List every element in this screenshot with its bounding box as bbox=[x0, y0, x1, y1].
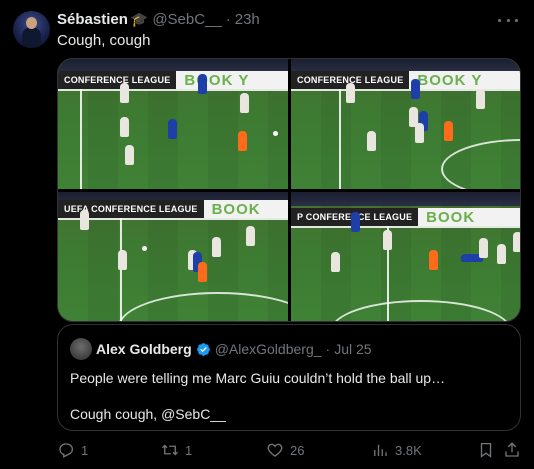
share-icon bbox=[505, 442, 519, 457]
quoted-tweet-header: Alex Goldberg @AlexGoldberg_ · Jul 25 bbox=[96, 341, 372, 357]
reply-button[interactable]: 1 bbox=[57, 441, 88, 459]
quoted-date[interactable]: Jul 25 bbox=[334, 341, 371, 357]
media-image-1[interactable]: CONFERENCE LEAGUE BOOK Y bbox=[58, 59, 288, 189]
views-chart-icon bbox=[374, 444, 387, 456]
verified-badge-icon bbox=[196, 342, 210, 356]
quoted-author-name[interactable]: Alex Goldberg bbox=[96, 341, 192, 357]
tweet-text: Cough, cough bbox=[57, 32, 151, 49]
board-text-right: BOOK Y bbox=[417, 71, 483, 89]
repost-icon bbox=[162, 444, 178, 456]
board-text-right: BOOK bbox=[211, 200, 261, 218]
share-button[interactable] bbox=[503, 441, 521, 459]
quoted-tweet-text: People were telling me Marc Guiu couldn’… bbox=[70, 370, 446, 422]
reply-icon bbox=[59, 443, 74, 458]
quoted-tweet[interactable]: Alex Goldberg @AlexGoldberg_ · Jul 25 Pe… bbox=[57, 324, 521, 431]
media-image-2[interactable]: CONFERENCE LEAGUE BOOK Y bbox=[291, 59, 520, 189]
board-text-right: BOOK Y bbox=[184, 71, 250, 89]
media-image-4[interactable]: P CONFERENCE LEAGUE BOOK bbox=[291, 192, 520, 321]
quoted-author-avatar[interactable] bbox=[70, 338, 92, 360]
bookmark-icon bbox=[480, 442, 492, 458]
heart-icon bbox=[267, 443, 283, 457]
media-grid: CONFERENCE LEAGUE BOOK Y CONFERENCE LEAG… bbox=[57, 58, 521, 322]
action-bar: 1 1 26 3.8K bbox=[57, 441, 521, 461]
reply-count: 1 bbox=[81, 442, 89, 458]
like-count: 26 bbox=[290, 442, 305, 458]
author-avatar[interactable] bbox=[13, 11, 50, 48]
quoted-author-handle[interactable]: @AlexGoldberg_ bbox=[215, 341, 322, 357]
separator: · bbox=[225, 11, 231, 28]
graduation-cap-icon: 🎓 bbox=[130, 11, 149, 27]
more-options-icon[interactable] bbox=[498, 12, 518, 28]
board-text-left: CONFERENCE LEAGUE bbox=[58, 71, 177, 89]
author-name[interactable]: Sébastien bbox=[57, 11, 128, 28]
board-text-right: BOOK bbox=[426, 208, 476, 226]
separator: · bbox=[325, 341, 331, 357]
repost-button[interactable]: 1 bbox=[161, 441, 192, 459]
timestamp[interactable]: 23h bbox=[235, 11, 260, 28]
repost-count: 1 bbox=[185, 442, 193, 458]
like-button[interactable]: 26 bbox=[266, 441, 304, 459]
views-count: 3.8K bbox=[395, 442, 422, 458]
tweet-header: Sébastien 🎓 @SebC__ · 23h bbox=[57, 11, 260, 28]
media-image-3[interactable]: UEFA CONFERENCE LEAGUE BOOK bbox=[58, 192, 288, 321]
bookmark-button[interactable] bbox=[477, 441, 495, 459]
author-handle[interactable]: @SebC__ bbox=[152, 11, 221, 28]
views-button[interactable]: 3.8K bbox=[371, 441, 422, 459]
